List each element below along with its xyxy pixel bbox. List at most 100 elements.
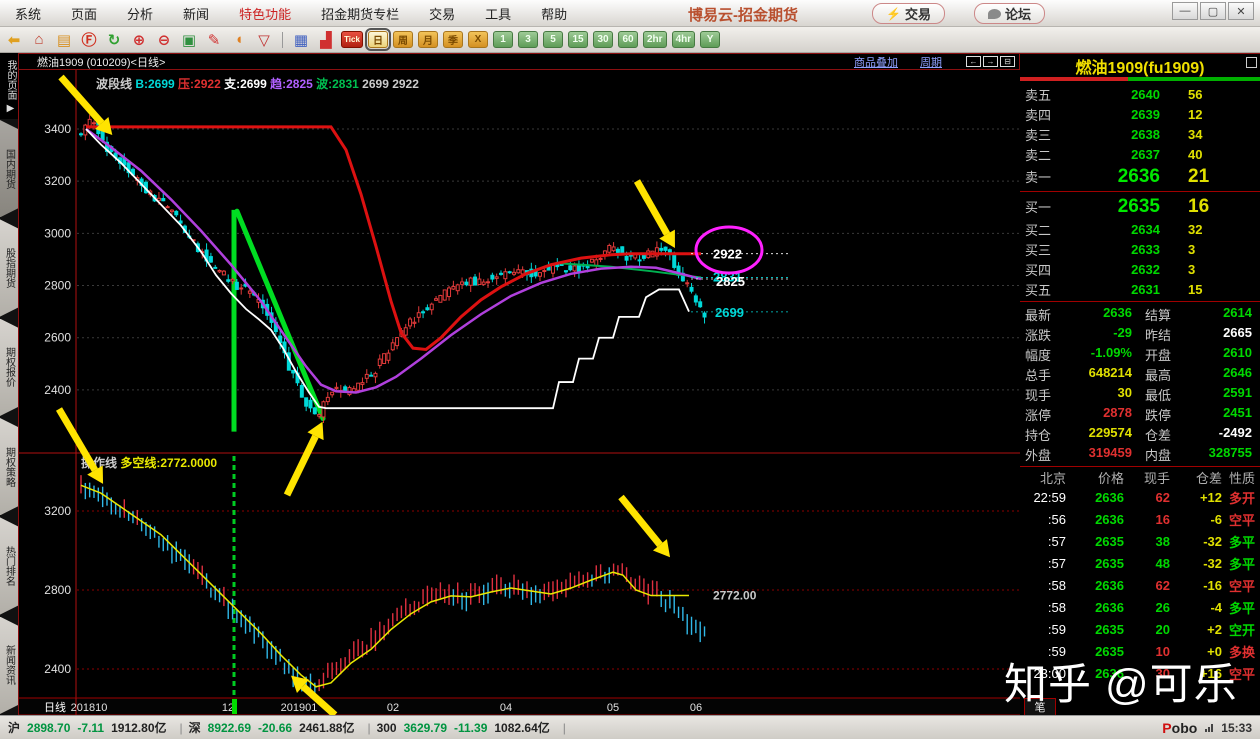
back-icon[interactable]: ⬅	[4, 30, 24, 50]
ask-price: 2636	[1064, 166, 1160, 188]
news-icon[interactable]: ▤	[54, 30, 74, 50]
bid-row[interactable]: 买四26323	[1020, 259, 1260, 279]
tick-row[interactable]: :56263616-6空平	[1020, 508, 1260, 530]
speech-bubble-icon	[988, 9, 1001, 19]
maximize-panel-icon[interactable]	[1246, 57, 1257, 68]
maximize-button[interactable]: ▢	[1200, 2, 1226, 20]
index-change: -11.39	[454, 721, 487, 735]
period-button-季[interactable]: 季	[443, 31, 463, 48]
stat-value: 328755	[1182, 445, 1260, 464]
sidebar-tab-3[interactable]: 期权报价	[0, 319, 18, 416]
period-button-2hr[interactable]: 2hr	[643, 31, 667, 48]
quote-panel: 燃油1909(fu1909) 卖五264056卖四263912卖三263834卖…	[1020, 53, 1260, 715]
layers-icon[interactable]: ▣	[179, 30, 199, 50]
sidebar-tab-1[interactable]: 国内期货	[0, 120, 18, 217]
period-button-15[interactable]: 15	[568, 31, 588, 48]
menu-item[interactable]: 分析	[112, 0, 168, 26]
kline-chart-canvas[interactable]: 3400320030002800260024003200280024002922…	[19, 70, 1021, 716]
period-button-日[interactable]: 日	[368, 31, 388, 48]
home-icon[interactable]: ⌂	[29, 30, 49, 50]
book-divider	[1020, 191, 1260, 192]
ask-row[interactable]: 卖一263621	[1020, 164, 1260, 189]
stat-cell: 幅度-1.09%	[1020, 345, 1140, 364]
menu-item[interactable]: 新闻	[168, 0, 224, 26]
sidebar-tab-5[interactable]: 热门排名	[0, 517, 18, 614]
chart-icon[interactable]: ▟	[316, 30, 336, 50]
period-button-Y[interactable]: Y	[700, 31, 720, 48]
watermark: 知乎 @可乐	[1004, 650, 1260, 712]
forum-button[interactable]: 论坛	[974, 3, 1045, 24]
stat-value: -2492	[1182, 425, 1260, 444]
ask-row[interactable]: 卖五264056	[1020, 84, 1260, 104]
ask-price: 2639	[1064, 107, 1160, 122]
period-button-月[interactable]: 月	[418, 31, 438, 48]
tick-time: :58	[1020, 600, 1066, 615]
tick-period-button[interactable]: Tick	[341, 31, 363, 48]
stat-cell: 跌停2451	[1140, 405, 1260, 424]
bid-label: 买五	[1020, 280, 1064, 299]
period-link[interactable]: 周期	[920, 54, 942, 70]
overlay-link[interactable]: 商品叠加	[854, 54, 898, 70]
period-button-3[interactable]: 3	[518, 31, 538, 48]
trade-button[interactable]: ⚡ 交易	[872, 3, 945, 24]
period-button-1[interactable]: 1	[493, 31, 513, 48]
period-button-5[interactable]: 5	[543, 31, 563, 48]
minimize-button[interactable]: —	[1172, 2, 1198, 20]
stat-value: 30	[1062, 385, 1140, 404]
ask-row[interactable]: 卖四263912	[1020, 104, 1260, 124]
bid-row[interactable]: 买二263432	[1020, 219, 1260, 239]
prev-page-icon[interactable]: ←	[966, 56, 981, 67]
menu-item[interactable]: 工具	[470, 0, 526, 26]
close-button[interactable]: ✕	[1228, 2, 1254, 20]
f10-icon[interactable]: Ⓕ	[79, 30, 99, 50]
ask-row[interactable]: 卖三263834	[1020, 124, 1260, 144]
menu-item[interactable]: 特色功能	[224, 0, 306, 26]
tick-row[interactable]: :58263626-4多平	[1020, 596, 1260, 618]
zoom-out-icon[interactable]: ⊖	[154, 30, 174, 50]
quote-board-icon[interactable]: ▦	[291, 30, 311, 50]
zoom-in-icon[interactable]: ⊕	[129, 30, 149, 50]
resistance-price-label: 2922	[713, 247, 742, 262]
period-button-30[interactable]: 30	[593, 31, 613, 48]
tick-row[interactable]: 22:59263662+12多开	[1020, 486, 1260, 508]
ask-row[interactable]: 卖二263740	[1020, 144, 1260, 164]
stat-value: -29	[1062, 325, 1140, 344]
sidebar-tab-6[interactable]: 新闻资讯	[0, 617, 18, 714]
stat-label: 涨停	[1020, 405, 1062, 424]
filter-icon[interactable]: ▽	[254, 30, 274, 50]
bid-row[interactable]: 买三26333	[1020, 239, 1260, 259]
period-button-周[interactable]: 周	[393, 31, 413, 48]
refresh-icon[interactable]: ↻	[104, 30, 124, 50]
sell-strength	[1020, 77, 1128, 81]
bid-row[interactable]: 买五263115	[1020, 279, 1260, 299]
sidebar-tab-4[interactable]: 期权策略	[0, 418, 18, 515]
horn-icon[interactable]: ◖	[229, 30, 249, 50]
y-axis-label: 2400	[44, 383, 71, 397]
x-axis-label: 201810	[71, 702, 108, 714]
draw-icon[interactable]: ✎	[204, 30, 224, 50]
tick-row[interactable]: :57263538-32多平	[1020, 530, 1260, 552]
next-page-icon[interactable]: →	[983, 56, 998, 67]
ask-volume: 56	[1160, 87, 1260, 102]
bid-row[interactable]: 买一263516	[1020, 194, 1260, 219]
tick-time: :57	[1020, 556, 1066, 571]
stat-label: 内盘	[1140, 445, 1182, 464]
split-window-icon[interactable]: ⊟	[1000, 56, 1015, 67]
tick-row[interactable]: :57263548-32多平	[1020, 552, 1260, 574]
period-button-60[interactable]: 60	[618, 31, 638, 48]
menu-item[interactable]: 交易	[414, 0, 470, 26]
menu-item[interactable]: 招金期货专栏	[306, 0, 414, 26]
period-button-X[interactable]: X	[468, 31, 488, 48]
y-axis-label: 3000	[44, 226, 71, 240]
menu-item[interactable]: 帮助	[526, 0, 582, 26]
sidebar-tab-2[interactable]: 股指期货	[0, 219, 18, 316]
my-page-header[interactable]: 我的页面 ▶	[0, 53, 18, 119]
bid-label: 买三	[1020, 240, 1064, 259]
tick-row[interactable]: :59263520+2空开	[1020, 618, 1260, 640]
tick-row[interactable]: :58263662-16空平	[1020, 574, 1260, 596]
y-axis-label: 2600	[44, 331, 71, 345]
menu-item[interactable]: 页面	[56, 0, 112, 26]
period-button-4hr[interactable]: 4hr	[672, 31, 696, 48]
menu-item[interactable]: 系统	[0, 0, 56, 26]
stat-value: 648214	[1062, 365, 1140, 384]
